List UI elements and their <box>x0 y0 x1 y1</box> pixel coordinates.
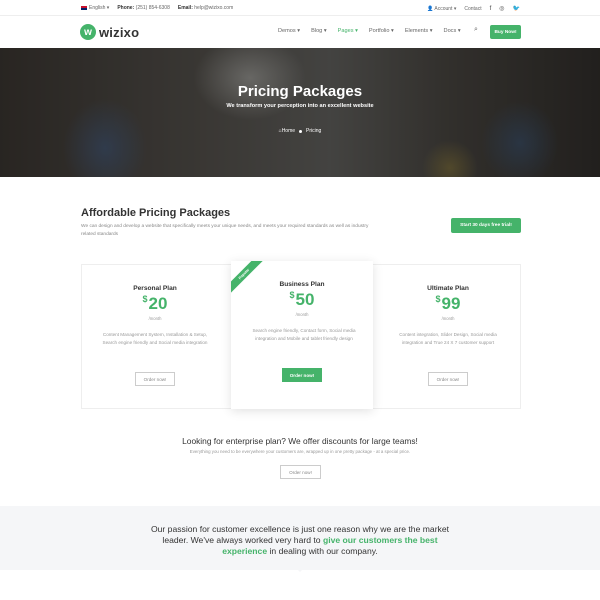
top-bar-right: 👤 Account ▾ Contact f ◎ 🐦 <box>427 5 520 13</box>
plan-name: Business Plan <box>279 281 325 288</box>
phone-label: Phone: <box>117 5 135 11</box>
email-info: Email: help@wizixo.com <box>178 5 233 11</box>
plan-name: Ultimate Plan <box>427 285 469 292</box>
chevron-down-icon: ▾ <box>106 5 110 11</box>
band-pointer <box>296 568 304 572</box>
order-now-button[interactable]: Order now! <box>428 372 468 386</box>
nav-label: Portfolio <box>368 28 390 34</box>
uk-flag-icon <box>81 5 87 10</box>
nav-item-docs[interactable]: Docs ▾ <box>444 28 461 34</box>
order-now-button[interactable]: Order now! <box>135 372 175 386</box>
main-header: w wizixo Demos ▾ Blog ▾ Pages ▾ Portfoli… <box>0 16 600 48</box>
enterprise-subtitle: Everything you need to be everywhere you… <box>189 449 411 454</box>
chevron-down-icon: ▾ <box>453 5 457 12</box>
hero-banner: Pricing Packages We transform your perce… <box>0 48 600 177</box>
price-value: 50 <box>295 290 315 309</box>
instagram-icon[interactable]: ◎ <box>499 5 504 12</box>
breadcrumb: ⌂Home Pricing <box>0 128 600 134</box>
twitter-icon[interactable]: 🐦 <box>513 5 520 12</box>
plan-name: Personal Plan <box>133 285 177 292</box>
plan-period: /month <box>441 316 455 321</box>
plan-period: /month <box>295 312 309 317</box>
nav-label: Demos <box>278 28 296 34</box>
nav-item-portfolio[interactable]: Portfolio ▾ <box>369 28 394 34</box>
order-now-button[interactable]: Order now! <box>282 368 322 382</box>
price-value: 99 <box>441 294 461 313</box>
passion-text-end: in dealing with our company. <box>267 546 378 556</box>
email-label: Email: <box>177 5 193 11</box>
enterprise-title: Looking for enterprise plan? We offer di… <box>182 436 418 446</box>
currency-symbol: $ <box>435 294 441 304</box>
language-label: English <box>89 5 106 11</box>
pricing-plans: Personal Plan $20 /month Content Managem… <box>81 261 521 410</box>
top-bar: English ▾ Phone: (251) 854-6308 Email: h… <box>0 0 600 16</box>
price-value: 20 <box>148 294 168 313</box>
search-icon[interactable]: ⌕ <box>474 26 478 34</box>
breadcrumb-home-label: Home <box>281 128 296 134</box>
plan-description: Content integration, Slider Design, Soci… <box>399 332 497 345</box>
logo-text: wizixo <box>99 24 140 40</box>
plan-description: Content Management System, Installation … <box>102 332 208 345</box>
passion-text: Our passion for customer excellence is j… <box>150 524 450 557</box>
account-label: Account <box>434 5 453 12</box>
top-bar-left: English ▾ Phone: (251) 854-6308 Email: h… <box>81 5 233 11</box>
page-title: Pricing Packages <box>237 83 363 100</box>
breadcrumb-current: Pricing <box>306 128 322 134</box>
plan-description: Search engine friendly, Contact form, So… <box>252 328 356 341</box>
free-trial-button[interactable]: Start 30 days free trial! <box>451 218 521 233</box>
plan-price: $99 <box>375 294 521 314</box>
nav-label: Docs <box>443 28 457 34</box>
buy-now-button[interactable]: Buy Now! <box>490 25 521 39</box>
plan-card-personal: Personal Plan $20 /month Content Managem… <box>82 265 228 410</box>
phone-value: (251) 854-6308 <box>135 5 170 11</box>
currency-symbol: $ <box>289 290 295 300</box>
logo-mark: w <box>80 24 96 40</box>
phone-info: Phone: (251) 854-6308 <box>117 5 170 11</box>
email-value[interactable]: help@wizixo.com <box>194 5 233 11</box>
account-link[interactable]: 👤 Account ▾ <box>427 6 456 12</box>
currency-symbol: $ <box>142 294 148 304</box>
plan-price: $20 <box>82 294 228 314</box>
nav-item-blog[interactable]: Blog ▾ <box>311 28 327 34</box>
nav-label: Blog <box>311 28 323 34</box>
nav-item-elements[interactable]: Elements ▾ <box>405 28 433 34</box>
main-nav: Demos ▾ Blog ▾ Pages ▾ Portfolio ▾ Eleme… <box>278 28 472 34</box>
plan-period: /month <box>148 316 162 321</box>
page-subtitle: We transform your perception into an exc… <box>226 103 374 109</box>
passion-band: Our passion for customer excellence is j… <box>0 506 600 570</box>
plan-card-ultimate: Ultimate Plan $99 /month Content integra… <box>375 265 521 410</box>
nav-item-demos[interactable]: Demos ▾ <box>278 28 300 34</box>
plan-card-business: Popular Business Plan $50 /month Search … <box>231 261 373 409</box>
logo[interactable]: w wizixo <box>80 24 139 40</box>
nav-label: Pages <box>337 28 354 34</box>
facebook-icon[interactable]: f <box>490 6 492 12</box>
breadcrumb-separator <box>299 129 303 133</box>
plan-price: $50 <box>231 290 373 310</box>
breadcrumb-home[interactable]: ⌂Home <box>279 128 295 134</box>
user-icon: 👤 <box>427 5 434 12</box>
language-selector[interactable]: English ▾ <box>81 5 109 11</box>
contact-link[interactable]: Contact <box>464 6 481 12</box>
section-title: Affordable Pricing Packages <box>81 207 231 219</box>
enterprise-order-button[interactable]: Order now! <box>280 465 321 479</box>
nav-item-pages[interactable]: Pages ▾ <box>338 28 358 34</box>
section-description: We can design and develop a website that… <box>81 224 369 237</box>
nav-label: Elements <box>404 28 429 34</box>
